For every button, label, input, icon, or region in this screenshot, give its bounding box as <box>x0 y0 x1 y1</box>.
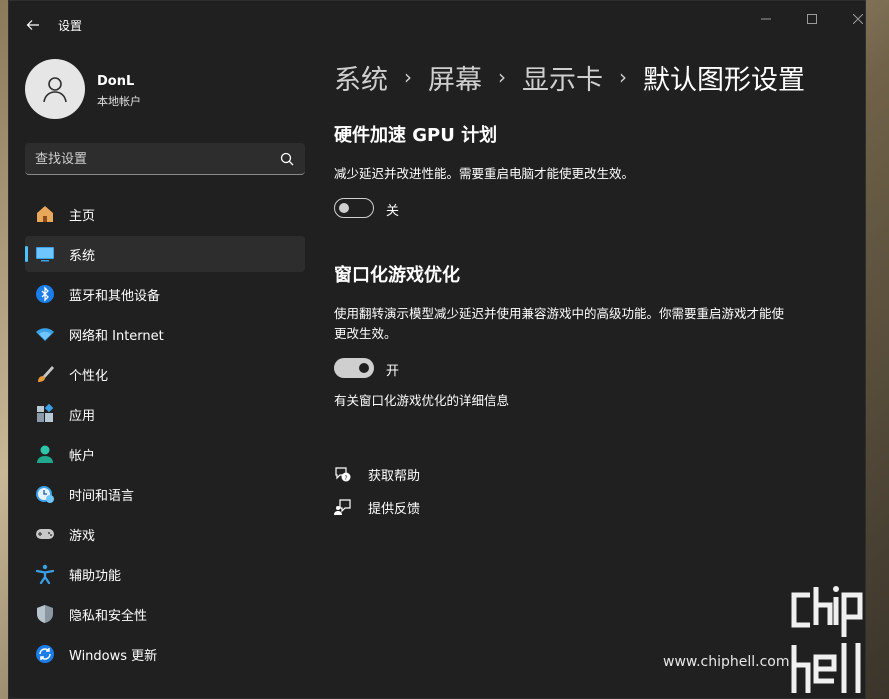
avatar <box>25 59 85 119</box>
sidebar-item-windows-update[interactable]: Windows 更新 <box>25 636 305 672</box>
toggle-knob <box>339 203 349 213</box>
sidebar-item-label: 游戏 <box>69 528 96 544</box>
back-arrow-icon <box>26 20 39 30</box>
watermark-url: www.chiphell.com <box>663 654 790 670</box>
minimize-icon <box>761 18 771 20</box>
sidebar-item-home[interactable]: 主页 <box>25 196 305 232</box>
gamepad-icon <box>35 524 55 544</box>
shield-icon <box>35 604 55 624</box>
app-title: 设置 <box>58 19 83 33</box>
feedback-label: 提供反馈 <box>368 501 421 517</box>
search-box[interactable] <box>25 143 305 175</box>
bluetooth-icon <box>35 284 55 304</box>
user-icon <box>43 77 67 103</box>
sidebar-item-time-language[interactable]: 时间和语言 <box>25 476 305 512</box>
close-icon <box>853 14 863 24</box>
title-bar: 设置 <box>9 1 865 49</box>
sidebar-item-label: 帐户 <box>69 448 96 464</box>
breadcrumb-graphics[interactable]: 显示卡 <box>522 58 603 97</box>
settings-window: 设置 DonL 本地帐户 主页 <box>8 0 866 699</box>
time-language-icon <box>35 484 55 504</box>
sidebar-item-apps[interactable]: 应用 <box>25 396 305 432</box>
gpu-scheduling-description: 减少延迟并改进性能。需要重启电脑才能使更改生效。 <box>334 166 635 181</box>
toggle-knob <box>359 363 369 373</box>
user-profile[interactable]: DonL 本地帐户 <box>25 59 305 119</box>
breadcrumb-separator: › <box>404 65 412 89</box>
system-icon <box>35 244 55 264</box>
sidebar-item-label: Windows 更新 <box>69 648 158 664</box>
account-type: 本地帐户 <box>97 95 141 108</box>
sidebar-item-network[interactable]: 网络和 Internet <box>25 316 305 352</box>
gpu-scheduling-title: 硬件加速 GPU 计划 <box>334 125 498 146</box>
breadcrumb-display[interactable]: 屏幕 <box>428 58 482 97</box>
get-help-label: 获取帮助 <box>368 468 421 484</box>
sidebar-item-bluetooth[interactable]: 蓝牙和其他设备 <box>25 276 305 312</box>
sidebar-item-personalization[interactable]: 个性化 <box>25 356 305 392</box>
sidebar-item-label: 隐私和安全性 <box>69 608 148 624</box>
account-icon <box>35 444 55 464</box>
sidebar-item-label: 个性化 <box>69 368 109 384</box>
wifi-icon <box>35 324 55 344</box>
windowed-games-title: 窗口化游戏优化 <box>334 265 460 286</box>
apps-icon <box>35 404 55 424</box>
gpu-scheduling-toggle-state: 关 <box>386 204 400 219</box>
gpu-scheduling-toggle[interactable] <box>334 198 374 218</box>
breadcrumb: 系统 › 屏幕 › 显示卡 › 默认图形设置 <box>334 58 805 97</box>
page-title: 默认图形设置 <box>643 64 805 96</box>
user-name: DonL <box>97 74 135 89</box>
get-help-link[interactable]: ? 获取帮助 <box>334 463 420 485</box>
sidebar-item-label: 时间和语言 <box>69 488 135 504</box>
update-icon <box>35 644 55 664</box>
svg-text:?: ? <box>344 475 347 482</box>
sidebar-item-label: 蓝牙和其他设备 <box>69 288 161 304</box>
windowed-games-info-link[interactable]: 有关窗口化游戏优化的详细信息 <box>334 390 509 409</box>
sidebar-item-privacy[interactable]: 隐私和安全性 <box>25 596 305 632</box>
sidebar-item-label: 系统 <box>69 248 96 264</box>
windowed-games-description: 使用翻转演示模型减少延迟并使用兼容游戏中的高级功能。你需要重启游戏才能使更改生效… <box>334 306 785 341</box>
sidebar-item-system[interactable]: 系统 <box>25 236 305 272</box>
maximize-icon <box>807 14 817 24</box>
search-icon[interactable] <box>279 151 295 167</box>
accessibility-icon <box>35 564 55 584</box>
brush-icon <box>35 364 55 384</box>
home-icon <box>35 204 55 224</box>
sidebar-item-label: 应用 <box>69 408 96 424</box>
windowed-games-toggle-state: 开 <box>386 364 400 379</box>
breadcrumb-separator: › <box>498 65 506 89</box>
maximize-button[interactable] <box>789 9 835 29</box>
breadcrumb-system[interactable]: 系统 <box>334 58 388 97</box>
sidebar-item-accounts[interactable]: 帐户 <box>25 436 305 472</box>
feedback-link[interactable]: 提供反馈 <box>334 496 420 518</box>
breadcrumb-separator: › <box>619 65 627 89</box>
windowed-games-toggle[interactable] <box>334 358 374 378</box>
close-button[interactable] <box>835 9 865 29</box>
feedback-icon <box>334 498 352 516</box>
minimize-button[interactable] <box>743 9 789 29</box>
sidebar-nav: 主页 系统 蓝牙和其他设备 网络和 Internet 个性化 应用 帐户 时间和… <box>25 196 305 676</box>
sidebar-item-label: 主页 <box>69 208 96 224</box>
sidebar-item-accessibility[interactable]: 辅助功能 <box>25 556 305 592</box>
back-button[interactable] <box>21 13 45 37</box>
sidebar-item-label: 网络和 Internet <box>69 328 164 344</box>
chiphell-logo <box>791 586 863 693</box>
sidebar-item-gaming[interactable]: 游戏 <box>25 516 305 552</box>
sidebar-item-label: 辅助功能 <box>69 568 122 584</box>
search-input[interactable] <box>35 149 265 169</box>
help-chat-icon: ? <box>334 465 352 483</box>
